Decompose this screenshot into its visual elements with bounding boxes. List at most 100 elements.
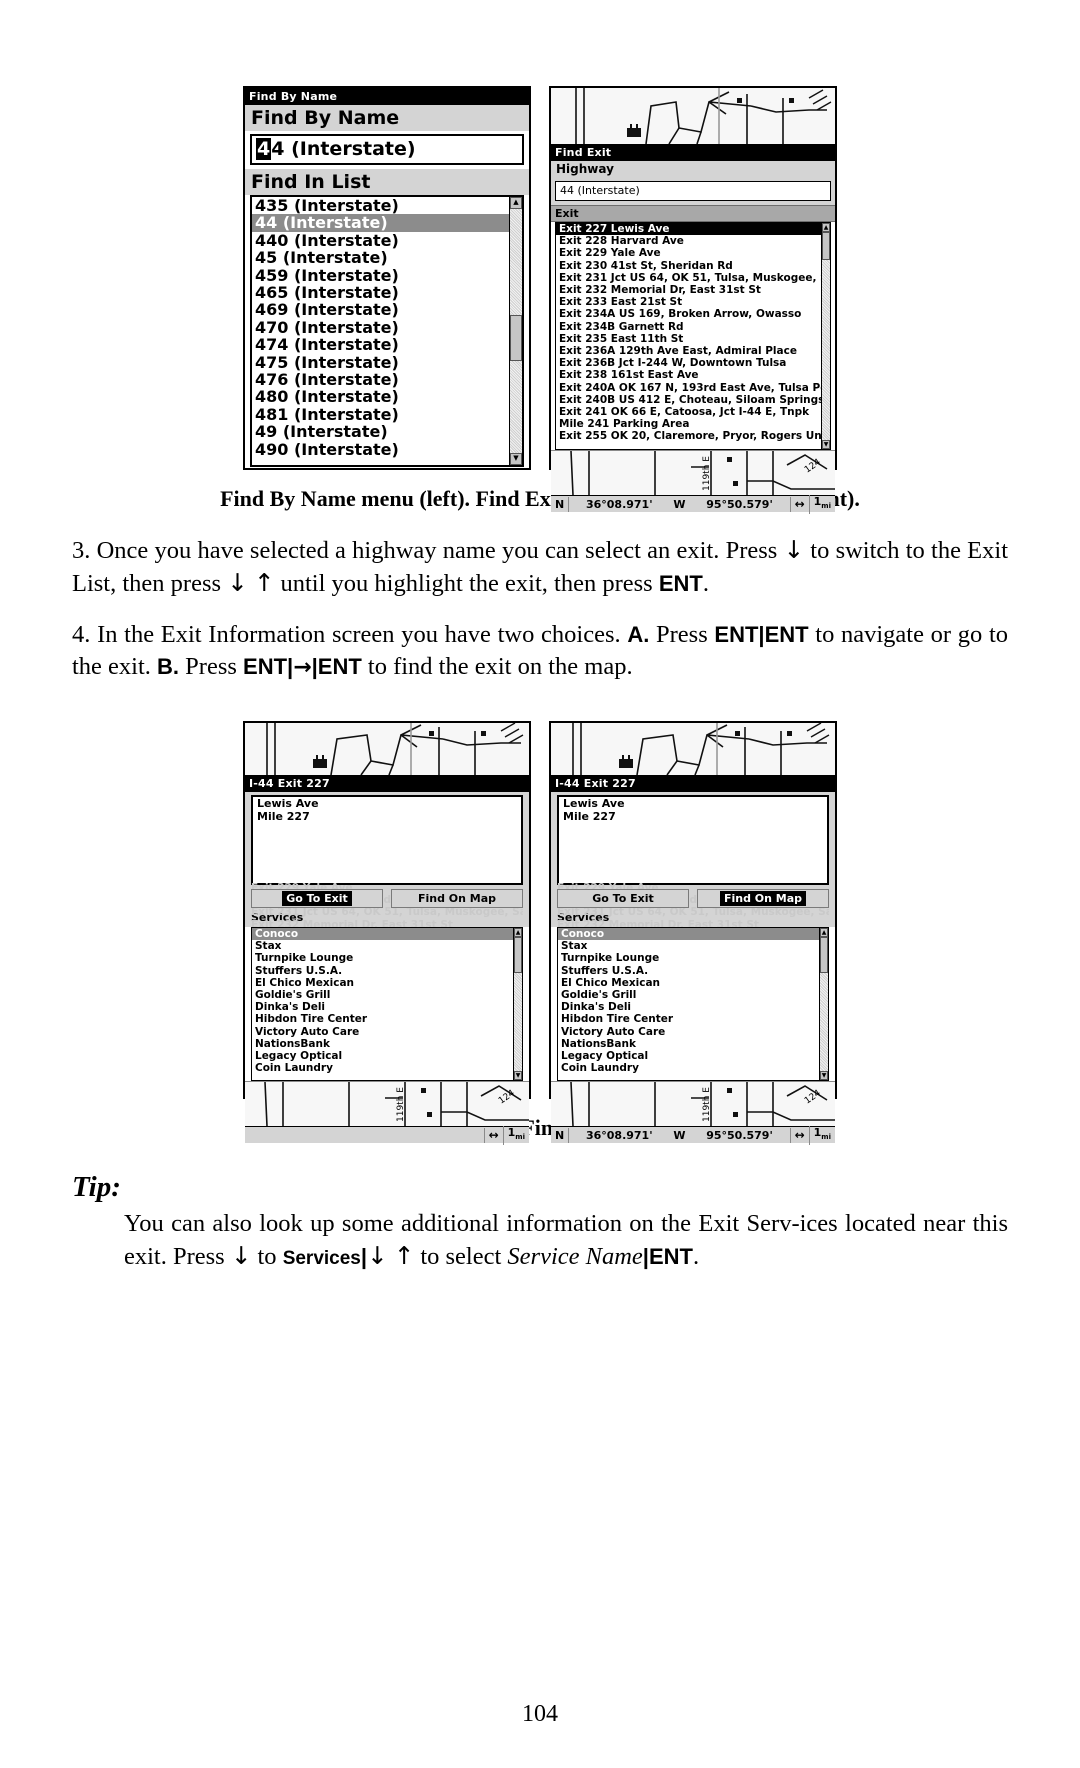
list-item[interactable]: El Chico Mexican (558, 977, 819, 989)
list-item[interactable]: 476 (Interstate) (252, 371, 509, 388)
highway-value-field[interactable]: 44 (Interstate) (555, 181, 831, 201)
list-item[interactable]: Conoco (558, 928, 819, 941)
list-item[interactable]: Exit 240B US 412 E, Choteau, Siloam Spri… (556, 394, 821, 406)
list-item[interactable]: Turnpike Lounge (558, 952, 819, 964)
list-item[interactable]: Exit 236A 129th Ave East, Admiral Place (556, 345, 821, 357)
list-item[interactable]: 490 (Interstate) (252, 441, 509, 458)
list-item[interactable]: 44 (Interstate) (252, 214, 509, 232)
find-on-map-button[interactable]: Find On Map (697, 889, 829, 908)
list-item[interactable]: Exit 236B Jct I-244 W, Downtown Tulsa (556, 357, 821, 369)
find-on-map-button[interactable]: Find On Map (391, 889, 523, 908)
list-item[interactable]: 465 (Interstate) (252, 284, 509, 301)
list-item[interactable]: Exit 230 41st St, Sheridan Rd (556, 260, 821, 272)
exit-list-scrollbar[interactable]: ▲ ▼ (821, 223, 830, 449)
list-item[interactable]: Exit 240A OK 167 N, 193rd East Ave, Tuls… (556, 382, 821, 394)
list-item[interactable]: Dinka's Deli (558, 1001, 819, 1013)
find-in-list-scrollbar[interactable]: ▲ ▼ (509, 197, 522, 465)
find-by-name-input[interactable]: 44 (Interstate) (250, 134, 524, 165)
exit-info-panel: Lewis Ave Mile 227 Exit 229 Yale Ave Exit… (245, 792, 529, 931)
list-item[interactable]: Exit 255 OK 20, Claremore, Pryor, Rogers… (556, 430, 821, 442)
list-item[interactable]: NationsBank (252, 1038, 513, 1050)
go-to-exit-button-label: Go To Exit (282, 891, 352, 906)
list-item[interactable]: 475 (Interstate) (252, 354, 509, 371)
list-item[interactable]: Stuffers U.S.A. (558, 965, 819, 977)
down-arrow-glyph: ↓ (227, 567, 248, 597)
scrollbar-thumb[interactable] (510, 315, 522, 361)
list-item[interactable]: Exit 234A US 169, Broken Arrow, Owasso (556, 308, 821, 320)
list-item[interactable]: Exit 231 Jct US 64, OK 51, Tulsa, Muskog… (556, 272, 821, 284)
list-item[interactable]: Conoco (252, 928, 513, 941)
list-item[interactable]: Exit 232 Memorial Dr, East 31st St (556, 284, 821, 296)
services-scrollbar[interactable]: ▲ ▼ (819, 928, 828, 1080)
scroll-up-arrow-icon[interactable]: ▲ (514, 928, 522, 937)
map-strip-top[interactable] (551, 88, 835, 144)
go-to-exit-device-screen: I-44 Exit 227 Lewis Ave Mile 227 Exit 22… (243, 721, 531, 1146)
list-item[interactable]: Hibdon Tire Center (558, 1013, 819, 1025)
exit-info-titlebar: I-44 Exit 227 (551, 775, 835, 792)
list-item[interactable]: Victory Auto Care (558, 1026, 819, 1038)
list-item[interactable]: Victory Auto Care (252, 1026, 513, 1038)
scroll-up-arrow-icon[interactable]: ▲ (822, 223, 830, 232)
scroll-down-arrow-icon[interactable]: ▼ (514, 1071, 522, 1080)
list-item[interactable]: Coin Laundry (252, 1062, 513, 1074)
scrollbar-thumb[interactable] (514, 937, 522, 973)
map-strip-bottom[interactable]: 119th E 124 (551, 1081, 835, 1126)
scroll-up-arrow-icon[interactable]: ▲ (510, 197, 522, 209)
list-item[interactable]: Exit 235 East 11th St (556, 333, 821, 345)
map-strip-top[interactable] (551, 723, 835, 775)
exit-list-box[interactable]: Exit 227 Lewis Ave Exit 228 Harvard Ave Ex… (555, 222, 831, 450)
scrollbar-track[interactable] (822, 232, 830, 440)
figure-1-screenshots: Find By Name Find By Name 44 (Interstate… (0, 86, 1080, 515)
list-item[interactable]: Dinka's Deli (252, 1001, 513, 1013)
list-item[interactable]: El Chico Mexican (252, 977, 513, 989)
list-item[interactable]: 45 (Interstate) (252, 249, 509, 266)
list-item[interactable]: Exit 229 Yale Ave (556, 247, 821, 259)
services-list-box[interactable]: Conoco Stax Turnpike Lounge Stuffers U.S.A.… (251, 927, 523, 1081)
list-item[interactable]: 435 (Interstate) (252, 197, 509, 214)
list-item[interactable]: Exit 234B Garnett Rd (556, 321, 821, 333)
list-item[interactable]: Exit 241 OK 66 E, Catoosa, Jct I-44 E, T… (556, 406, 821, 418)
list-item[interactable]: Coin Laundry (558, 1062, 819, 1074)
list-item[interactable]: Exit 227 Lewis Ave (556, 223, 821, 236)
list-item[interactable]: 470 (Interstate) (252, 319, 509, 336)
right-arrow-glyph: → (293, 654, 312, 680)
list-item[interactable]: 481 (Interstate) (252, 406, 509, 423)
list-item[interactable]: 469 (Interstate) (252, 301, 509, 318)
list-item[interactable]: Exit 238 161st East Ave (556, 369, 821, 381)
list-item[interactable]: 474 (Interstate) (252, 336, 509, 353)
map-strip-top[interactable] (245, 723, 529, 775)
map-strip-bottom[interactable]: 119th E 124 (551, 450, 835, 495)
list-item[interactable]: Legacy Optical (558, 1050, 819, 1062)
scroll-down-arrow-icon[interactable]: ▼ (820, 1071, 828, 1080)
scroll-down-arrow-icon[interactable]: ▼ (510, 453, 522, 465)
list-item[interactable]: Turnpike Lounge (252, 952, 513, 964)
find-in-list-box[interactable]: 435 (Interstate) 44 (Interstate) 440 (Inte… (250, 195, 524, 467)
scrollbar-thumb[interactable] (822, 232, 830, 260)
scroll-up-arrow-icon[interactable]: ▲ (820, 928, 828, 937)
services-list-box[interactable]: Conoco Stax Turnpike Lounge Stuffers U.S.A.… (557, 927, 829, 1081)
list-item[interactable]: Goldie's Grill (252, 989, 513, 1001)
go-to-exit-button[interactable]: Go To Exit (251, 889, 383, 908)
go-to-exit-button[interactable]: Go To Exit (557, 889, 689, 908)
list-item[interactable]: Stax (558, 940, 819, 952)
exit-info-box: Lewis Ave Mile 227 (557, 795, 829, 885)
list-item[interactable]: Goldie's Grill (558, 989, 819, 1001)
map-strip-bottom[interactable]: 119th E 124 (245, 1081, 529, 1126)
list-item[interactable]: NationsBank (558, 1038, 819, 1050)
list-item[interactable]: Stax (252, 940, 513, 952)
step-3-period: . (702, 569, 709, 597)
services-scrollbar[interactable]: ▲ ▼ (513, 928, 522, 1080)
list-item[interactable]: Legacy Optical (252, 1050, 513, 1062)
list-item[interactable]: Hibdon Tire Center (252, 1013, 513, 1025)
list-item[interactable]: Exit 233 East 21st St (556, 296, 821, 308)
list-item[interactable]: Exit 228 Harvard Ave (556, 235, 821, 247)
list-item[interactable]: Mile 241 Parking Area (556, 418, 821, 430)
scrollbar-thumb[interactable] (820, 937, 828, 973)
list-item[interactable]: Stuffers U.S.A. (252, 965, 513, 977)
list-item[interactable]: 49 (Interstate) (252, 423, 509, 440)
list-item[interactable]: 480 (Interstate) (252, 388, 509, 405)
scroll-down-arrow-icon[interactable]: ▼ (822, 440, 830, 449)
exit-action-buttons: Go To Exit Find On Map (551, 885, 835, 910)
list-item[interactable]: 440 (Interstate) (252, 232, 509, 249)
list-item[interactable]: 459 (Interstate) (252, 267, 509, 284)
